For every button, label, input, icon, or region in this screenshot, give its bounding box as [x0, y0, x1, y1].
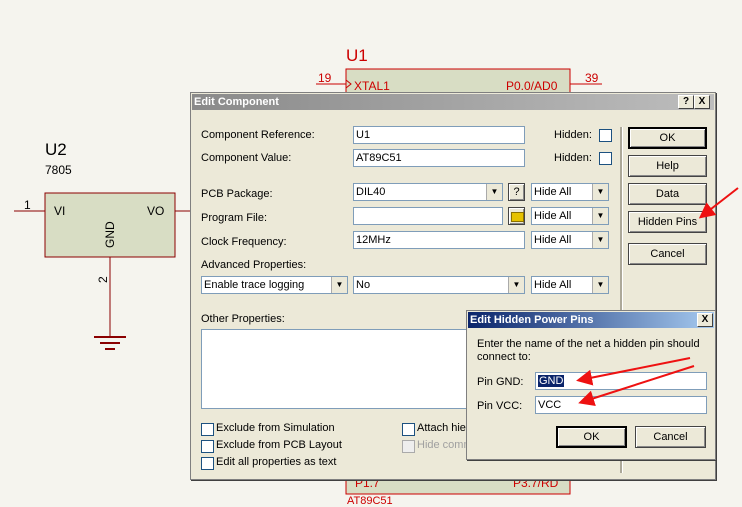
program-file-input[interactable]	[353, 207, 503, 225]
u1-pin-num-right: 39	[585, 71, 599, 85]
hidden-pins-cancel-button[interactable]: Cancel	[635, 426, 706, 448]
data-button[interactable]: Data	[628, 183, 707, 205]
help-button[interactable]: Help	[628, 155, 707, 177]
edit-component-title: Edit Component	[194, 96, 279, 108]
hidden-pins-button[interactable]: Hidden Pins	[628, 211, 707, 233]
program-file-browse-button[interactable]	[508, 207, 525, 225]
pin-gnd-value: GND	[538, 375, 565, 387]
pin-gnd-label: Pin GND:	[477, 376, 524, 388]
advanced-property-value: Enable trace logging	[204, 279, 305, 291]
u2-pin-gnd-num: 2	[96, 276, 110, 283]
u2-pin-in-name: VI	[54, 204, 66, 218]
advanced-property-select[interactable]: Enable trace logging ▼	[201, 276, 348, 294]
reference-hidden-label: Hidden:	[554, 129, 592, 141]
hidden-pins-ok-button[interactable]: OK	[556, 426, 627, 448]
u2-pin-out-name: VO	[147, 204, 165, 218]
hidden-pins-instruction: Enter the name of the net a hidden pin s…	[477, 338, 700, 363]
u1-bottom-value: AT89C51	[347, 495, 393, 507]
pcb-package-select[interactable]: DIL40 ▼	[353, 183, 503, 201]
program-file-label: Program File:	[201, 212, 268, 224]
value-hidden-label: Hidden:	[554, 152, 592, 164]
clock-frequency-input[interactable]: 12MHz	[353, 231, 525, 249]
clock-frequency-visibility-select[interactable]: Hide All ▼	[531, 231, 609, 249]
pcb-package-visibility-select[interactable]: Hide All ▼	[531, 183, 609, 201]
pin-vcc-label: Pin VCC:	[477, 400, 523, 412]
pcb-package-label: PCB Package:	[201, 188, 273, 200]
pcb-package-help-button[interactable]: ?	[508, 183, 525, 201]
u2-pin-gnd-name: GND	[103, 221, 117, 248]
exclude-pcb-label: Exclude from PCB Layout	[216, 439, 342, 451]
advanced-value-value: No	[356, 279, 371, 291]
hide-common-pins-checkbox[interactable]	[402, 440, 415, 453]
u1-ref: U1	[346, 46, 368, 65]
close-title-button[interactable]: X	[694, 95, 710, 109]
attach-hierarchy-label: Attach hie	[417, 422, 466, 434]
folder-open-icon	[511, 212, 524, 222]
edit-component-titlebar[interactable]: Edit Component	[192, 94, 714, 110]
component-value-label: Component Value:	[201, 152, 292, 164]
hidden-pins-close-button[interactable]: X	[697, 313, 713, 327]
chevron-down-icon[interactable]: ▼	[592, 277, 608, 293]
chevron-down-icon[interactable]: ▼	[592, 208, 608, 224]
clock-frequency-visibility-value: Hide All	[534, 234, 572, 246]
program-file-visibility-value: Hide All	[534, 210, 572, 222]
clock-frequency-label: Clock Frequency:	[201, 236, 287, 248]
component-value-input[interactable]: AT89C51	[353, 149, 525, 167]
ok-button[interactable]: OK	[628, 127, 707, 149]
pin-vcc-input[interactable]: VCC	[535, 396, 707, 414]
advanced-properties-label: Advanced Properties:	[201, 259, 307, 271]
reference-hidden-checkbox[interactable]	[599, 129, 612, 142]
pcb-package-visibility-value: Hide All	[534, 186, 572, 198]
exclude-simulation-label: Exclude from Simulation	[216, 422, 335, 434]
advanced-value-select[interactable]: No ▼	[353, 276, 525, 294]
chevron-down-icon[interactable]: ▼	[331, 277, 347, 293]
chevron-down-icon[interactable]: ▼	[592, 232, 608, 248]
edit-all-properties-checkbox[interactable]	[201, 457, 214, 470]
u1-pin-name-left: XTAL1	[354, 79, 390, 93]
pcb-package-value: DIL40	[356, 186, 386, 198]
pin-gnd-input[interactable]: GND	[535, 372, 707, 390]
advanced-visibility-select[interactable]: Hide All ▼	[531, 276, 609, 294]
program-file-visibility-select[interactable]: Hide All ▼	[531, 207, 609, 225]
u2-ref: U2	[45, 140, 67, 159]
exclude-simulation-checkbox[interactable]	[201, 423, 214, 436]
hidden-pins-title: Edit Hidden Power Pins	[470, 314, 594, 326]
chevron-down-icon[interactable]: ▼	[486, 184, 502, 200]
chevron-down-icon[interactable]: ▼	[592, 184, 608, 200]
chevron-down-icon[interactable]: ▼	[508, 277, 524, 293]
other-properties-label: Other Properties:	[201, 313, 285, 325]
u1-pin-num-left: 19	[318, 71, 332, 85]
u2-pin-in-num: 1	[24, 198, 31, 212]
help-title-button[interactable]: ?	[678, 95, 694, 109]
u2-value: 7805	[45, 163, 72, 177]
hidden-pins-titlebar[interactable]: Edit Hidden Power Pins	[468, 312, 714, 328]
hidden-pins-dialog[interactable]: Edit Hidden Power Pins X Enter the name …	[466, 310, 716, 460]
hide-common-pins-label: Hide comm	[417, 439, 473, 451]
cancel-button[interactable]: Cancel	[628, 243, 707, 265]
advanced-visibility-value: Hide All	[534, 279, 572, 291]
attach-hierarchy-checkbox[interactable]	[402, 423, 415, 436]
value-hidden-checkbox[interactable]	[599, 152, 612, 165]
u1-pin-name-right: P0.0/AD0	[506, 79, 558, 93]
exclude-pcb-checkbox[interactable]	[201, 440, 214, 453]
component-reference-label: Component Reference:	[201, 129, 315, 141]
edit-all-properties-label: Edit all properties as text	[216, 456, 337, 468]
component-reference-input[interactable]: U1	[353, 126, 525, 144]
